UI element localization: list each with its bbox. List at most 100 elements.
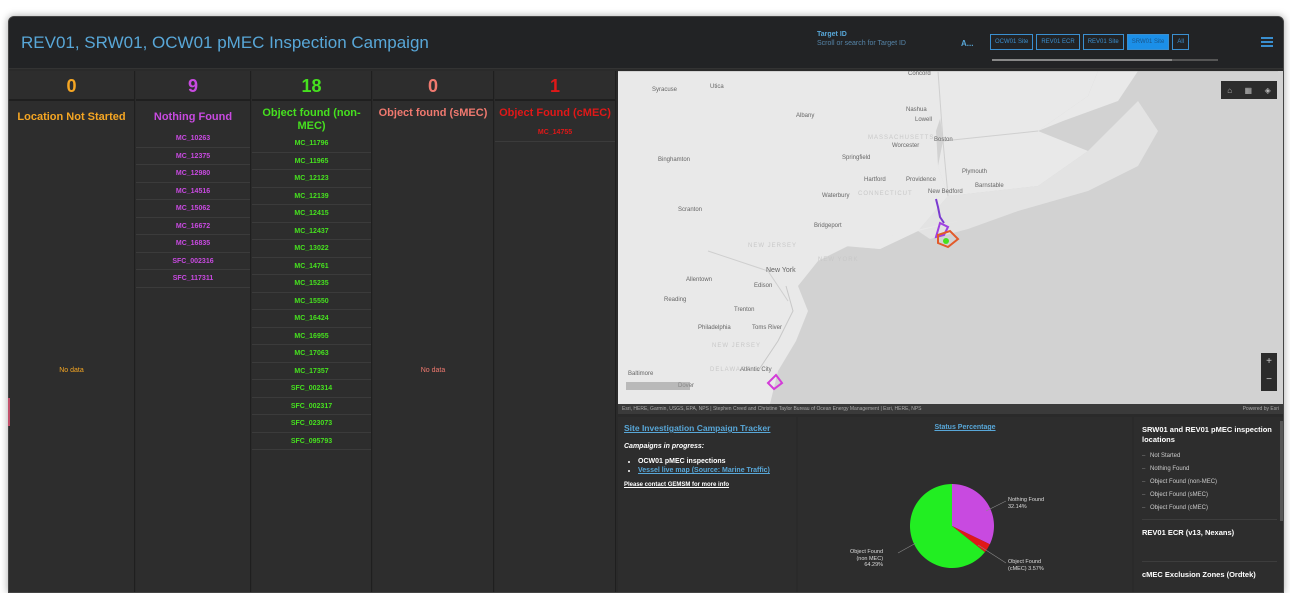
list-item[interactable]: MC_16672 xyxy=(136,218,250,235)
vessel-live-map-link[interactable]: Vessel live map (Source: Marine Traffic) xyxy=(638,467,770,474)
scale-bar xyxy=(626,382,690,390)
home-icon[interactable]: ⌂ xyxy=(1227,86,1232,95)
list-item[interactable]: SFC_095793 xyxy=(252,433,371,450)
column-title: Object Found (cMEC) xyxy=(499,107,611,119)
list-item[interactable]: MC_15235 xyxy=(252,275,371,293)
target-id-selector[interactable]: Target ID Scroll or search for Target ID xyxy=(817,31,906,47)
item-list: MC_11796 MC_11965 MC_12123 MC_12139 MC_12415… xyxy=(252,135,371,450)
tracker-subtitle: Campaigns in progress: xyxy=(624,443,705,450)
menu-icon[interactable] xyxy=(1261,37,1273,47)
legend-scrollbar[interactable] xyxy=(1280,421,1283,521)
legend-section-title: REV01 ECR (v13, Nexans) xyxy=(1142,519,1277,537)
no-data-text: No data xyxy=(420,367,446,374)
powered-by-link[interactable]: Powered by Esri xyxy=(1243,404,1279,414)
no-data-text: No data xyxy=(59,367,84,374)
list-item[interactable]: MC_12980 xyxy=(136,165,250,183)
pie-label-non-mec: Object Found (non MEC) 64.29% xyxy=(850,549,884,568)
pie-leader-line xyxy=(985,500,1007,512)
list-item[interactable]: MC_12123 xyxy=(252,170,371,188)
list-item[interactable]: SFC_002314 xyxy=(252,380,371,398)
page-title: REV01, SRW01, OCW01 pMEC Inspection Camp… xyxy=(21,33,429,52)
legend-list: Not Started Nothing Found Object Found (… xyxy=(1142,453,1277,511)
count-nothing-found: 9 xyxy=(136,71,250,101)
list-item[interactable]: MC_11796 xyxy=(252,135,371,153)
list-item[interactable]: MC_12139 xyxy=(252,188,371,205)
list-item[interactable]: MC_15062 xyxy=(136,200,250,218)
target-id-label: Target ID xyxy=(817,31,847,38)
map-toolbar: ⌂ ▦ ◈ xyxy=(1221,81,1277,99)
tab-rev01-ecr[interactable]: REV01 ECR xyxy=(1036,34,1080,50)
list-item[interactable]: MC_12375 xyxy=(136,148,250,165)
list-item[interactable]: MC_14761 xyxy=(252,258,371,275)
inspection-markers xyxy=(766,198,960,391)
header-bar: REV01, SRW01, OCW01 pMEC Inspection Camp… xyxy=(9,17,1283,69)
site-tabs: OCW01 Site REV01 ECR REV01 Site SRW01 Si… xyxy=(990,34,1189,50)
count-not-started: 0 xyxy=(9,71,134,101)
legend-item: Object Found (sMEC) xyxy=(1142,492,1277,498)
tab-ocw01-site[interactable]: OCW01 Site xyxy=(990,34,1034,50)
pie-label-cmec: Object Found (cMEC) 3.57% xyxy=(1008,559,1044,572)
tab-srw01-site[interactable]: SRW01 Site xyxy=(1126,34,1170,50)
tab-rev01-site[interactable]: REV01 Site xyxy=(1082,34,1124,50)
legend-panel: SRW01 and REV01 pMEC inspection location… xyxy=(1134,417,1283,592)
column-location-not-started: 0 Location Not Started No data xyxy=(9,71,135,592)
list-item[interactable]: MC_17063 xyxy=(252,345,371,363)
list-item[interactable]: SFC_023073 xyxy=(252,415,371,433)
contact-link[interactable]: Please contact GEMSM for more info xyxy=(624,482,790,488)
list-item[interactable]: MC_12415 xyxy=(252,205,371,223)
column-object-found-cmec: 1 Object Found (cMEC) MC_14755 xyxy=(495,71,616,592)
legend-item: Object Found (cMEC) xyxy=(1142,505,1277,511)
legend-item: Not Started xyxy=(1142,453,1277,459)
status-percentage-panel: Status Percentage Nothing Found 32.14% O… xyxy=(798,417,1132,592)
campaign-list: OCW01 pMEC inspections Vessel live map (… xyxy=(638,458,790,474)
count-smec: 0 xyxy=(373,71,493,101)
legend-item: Nothing Found xyxy=(1142,466,1277,472)
list-item[interactable]: MC_16955 xyxy=(252,328,371,345)
basemap-gallery-icon[interactable]: ▦ xyxy=(1245,86,1253,95)
campaign-tracker-panel: Site Investigation Campaign Tracker Camp… xyxy=(618,417,796,592)
item-list: MC_14755 xyxy=(495,124,615,142)
dashboard-frame: REV01, SRW01, OCW01 pMEC Inspection Camp… xyxy=(8,16,1284,593)
column-title: Nothing Found xyxy=(153,111,233,123)
list-item[interactable]: MC_13022 xyxy=(252,240,371,258)
list-item[interactable]: SFC_002317 xyxy=(252,398,371,415)
tab-all[interactable]: All xyxy=(1172,34,1189,50)
side-panel-handle[interactable] xyxy=(8,398,10,426)
list-item[interactable]: MC_12437 xyxy=(252,223,371,240)
list-item[interactable]: MC_14516 xyxy=(136,183,250,200)
pie-label-nothing-found: Nothing Found 32.14% xyxy=(1008,497,1045,510)
campaign-item: Vessel live map (Source: Marine Traffic) xyxy=(638,467,790,474)
list-item[interactable]: SFC_002316 xyxy=(136,253,250,270)
zoom-out-button[interactable]: − xyxy=(1261,371,1277,389)
legend-section-title: cMEC Exclusion Zones (Ordtek) xyxy=(1142,561,1277,579)
campaign-item: OCW01 pMEC inspections xyxy=(638,458,790,465)
status-pie-chart xyxy=(897,484,1007,568)
count-non-mec: 18 xyxy=(252,71,371,101)
map-attribution: Esri, HERE, Garmin, USGS, EPA, NPS | Ste… xyxy=(618,404,1283,414)
map-view[interactable]: Syracuse Utica Albany Concord Nashua Low… xyxy=(618,71,1283,404)
zoom-in-button[interactable]: + xyxy=(1261,353,1277,371)
list-item[interactable]: SFC_117311 xyxy=(136,270,250,288)
list-item[interactable]: MC_15550 xyxy=(252,293,371,310)
column-title: Location Not Started xyxy=(17,111,126,123)
list-item[interactable]: MC_10263 xyxy=(136,130,250,148)
item-list: MC_10263 MC_12375 MC_12980 MC_14516 MC_15062… xyxy=(136,130,250,288)
target-id-placeholder[interactable]: Scroll or search for Target ID xyxy=(817,40,906,47)
layers-icon[interactable]: ◈ xyxy=(1265,86,1271,95)
list-item[interactable]: MC_17357 xyxy=(252,363,371,380)
tracker-title-link[interactable]: Site Investigation Campaign Tracker xyxy=(624,423,790,433)
zoom-control: + − xyxy=(1261,353,1277,391)
list-item[interactable]: MC_14755 xyxy=(495,124,615,142)
column-title: Object found (non-MEC) xyxy=(262,107,361,132)
legend-title: SRW01 and REV01 pMEC inspection location… xyxy=(1142,425,1272,444)
list-item[interactable]: MC_16835 xyxy=(136,235,250,253)
target-prefix[interactable]: A... xyxy=(961,39,973,48)
column-object-found-non-mec: 18 Object found (non-MEC) MC_11796 MC_119… xyxy=(252,71,372,592)
list-item[interactable]: MC_11965 xyxy=(252,153,371,170)
tab-scrollbar[interactable] xyxy=(992,59,1218,61)
list-item[interactable]: MC_16424 xyxy=(252,310,371,328)
pie-leader-line xyxy=(897,542,917,554)
count-cmec: 1 xyxy=(495,71,615,101)
legend-item: Object Found (non-MEC) xyxy=(1142,479,1277,485)
column-title: Object found (sMEC) xyxy=(378,107,488,119)
